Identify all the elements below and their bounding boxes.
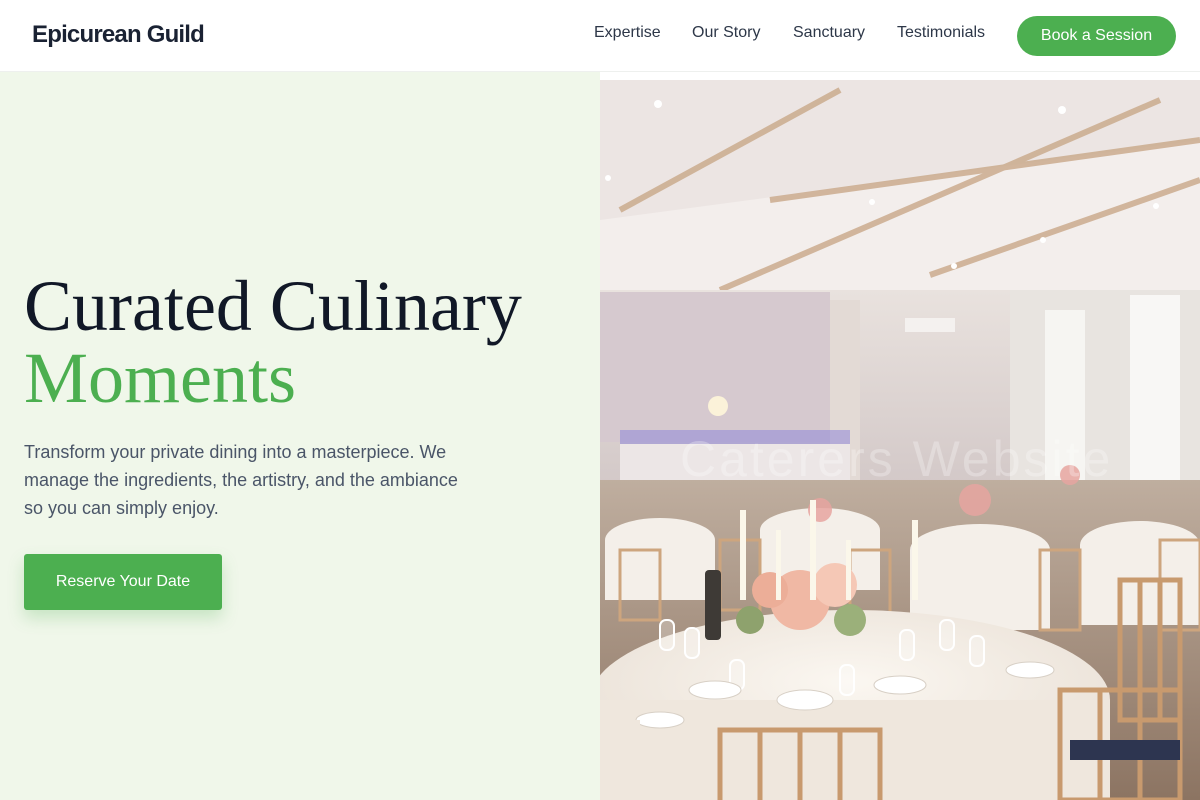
nav-link-expertise[interactable]: Expertise <box>594 24 661 42</box>
hero-section <box>0 72 600 800</box>
hero-subtitle: Transform your private dining into a mas… <box>24 442 458 518</box>
hero-title: Curated Culinary Moments <box>24 270 584 414</box>
image-watermark: Caterers Website <box>680 431 1114 487</box>
hero-title-line1: Curated Culinary <box>24 266 522 346</box>
site-header: Epicurean Guild Expertise Our Story Sanc… <box>0 0 1200 72</box>
book-session-button[interactable]: Book a Session <box>1017 16 1176 56</box>
reserve-date-button[interactable]: Reserve Your Date <box>24 554 222 610</box>
hero-title-accent: Moments <box>24 338 297 418</box>
nav-link-testimonials[interactable]: Testimonials <box>897 24 985 42</box>
nav-link-our-story[interactable]: Our Story <box>692 24 760 42</box>
nav-link-sanctuary[interactable]: Sanctuary <box>793 24 865 42</box>
